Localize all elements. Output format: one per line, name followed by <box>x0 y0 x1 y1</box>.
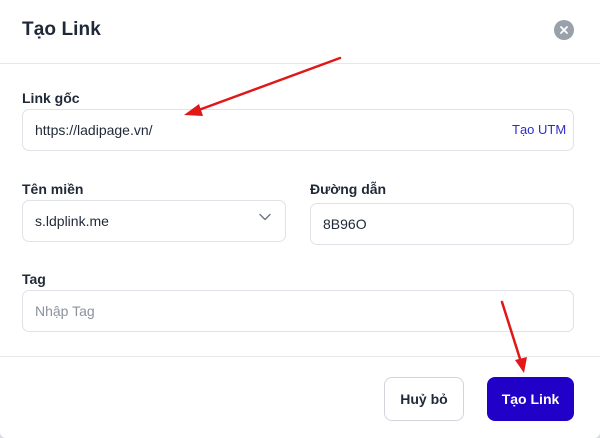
tag-input[interactable] <box>22 290 574 332</box>
original-link-input[interactable]: https://ladipage.vn/ <box>22 109 574 151</box>
domain-label: Tên miền <box>22 181 84 197</box>
close-button[interactable] <box>554 20 574 40</box>
path-input[interactable]: 8B96O <box>310 203 574 245</box>
footer-divider <box>0 356 600 357</box>
chevron-down-icon <box>259 213 271 221</box>
tag-label: Tag <box>22 271 46 287</box>
original-link-label: Link gốc <box>22 90 80 106</box>
domain-select-value: s.ldplink.me <box>35 213 109 229</box>
dialog-header: Tạo Link <box>0 0 600 64</box>
path-input-value: 8B96O <box>323 216 367 232</box>
create-utm-link[interactable]: Tạo UTM <box>512 122 566 137</box>
close-icon <box>560 26 568 34</box>
create-link-button[interactable]: Tạo Link <box>487 377 574 421</box>
dialog-title: Tạo Link <box>22 19 101 40</box>
create-link-dialog: Tạo Link Link gốc https://ladipage.vn/ T… <box>0 0 600 438</box>
path-label: Đường dẫn <box>310 181 387 197</box>
original-link-value: https://ladipage.vn/ <box>35 122 153 138</box>
domain-select[interactable]: s.ldplink.me <box>22 200 286 242</box>
cancel-button[interactable]: Huỷ bỏ <box>384 377 464 421</box>
